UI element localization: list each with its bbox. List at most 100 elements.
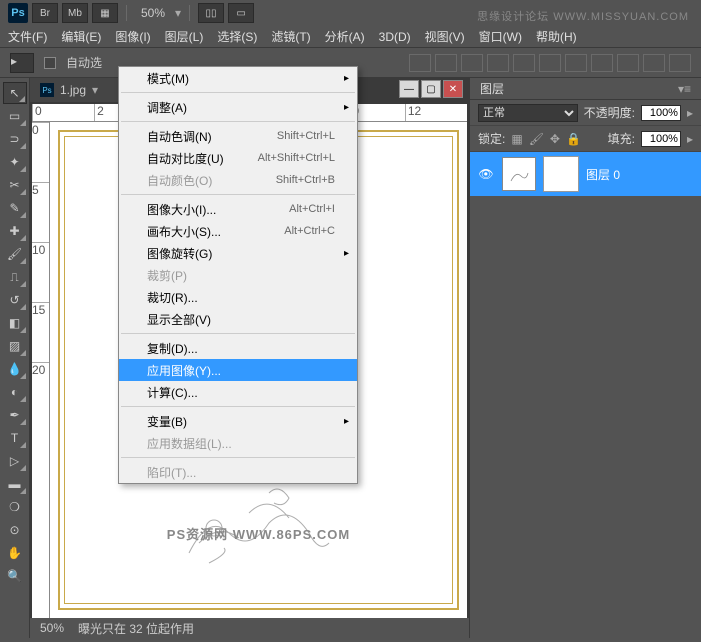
align-icon[interactable] <box>461 54 483 72</box>
shape-tool-icon[interactable]: ▬ <box>3 473 27 495</box>
status-zoom[interactable]: 50% <box>40 621 64 635</box>
lock-all-icon[interactable]: 🔒 <box>566 132 581 146</box>
wand-tool-icon[interactable]: ✦ <box>3 151 27 173</box>
maximize-button[interactable]: ▢ <box>421 80 441 98</box>
marquee-tool-icon[interactable]: ▭ <box>3 105 27 127</box>
menu-select[interactable]: 选择(S) <box>217 28 257 45</box>
align-icon[interactable] <box>539 54 561 72</box>
menu-canvas-size[interactable]: 画布大小(S)...Alt+Ctrl+C <box>119 220 357 242</box>
menu-layer[interactable]: 图层(L) <box>165 28 204 45</box>
status-info: 曝光只在 32 位起作用 <box>78 620 194 637</box>
heal-tool-icon[interactable]: ✚ <box>3 220 27 242</box>
bridge-button[interactable]: Br <box>32 3 58 23</box>
path-tool-icon[interactable]: ▷ <box>3 450 27 472</box>
gradient-tool-icon[interactable]: ▨ <box>3 335 27 357</box>
view-extras-button[interactable]: ▦ <box>92 3 118 23</box>
menu-image-rotation[interactable]: 图像旋转(G) <box>119 242 357 264</box>
menu-duplicate[interactable]: 复制(D)... <box>119 337 357 359</box>
menu-help[interactable]: 帮助(H) <box>536 28 577 45</box>
layer-row[interactable]: 👁 图层 0 <box>470 152 701 196</box>
zoom-tool-icon[interactable]: 🔍 <box>3 565 27 587</box>
menu-image-size[interactable]: 图像大小(I)...Alt+Ctrl+I <box>119 198 357 220</box>
menu-edit[interactable]: 编辑(E) <box>61 28 101 45</box>
canvas-watermark: PS资源网 WWW.86PS.COM <box>167 524 350 543</box>
align-icon[interactable] <box>669 54 691 72</box>
menu-3d[interactable]: 3D(D) <box>379 30 411 44</box>
layer-name[interactable]: 图层 0 <box>586 166 620 183</box>
fill-dropdown-icon[interactable]: ▸ <box>687 132 693 146</box>
menu-filter[interactable]: 滤镜(T) <box>271 28 310 45</box>
3d-tool-icon[interactable]: ❍ <box>3 496 27 518</box>
menu-apply-image[interactable]: 应用图像(Y)... <box>119 359 357 381</box>
eraser-tool-icon[interactable]: ◧ <box>3 312 27 334</box>
align-icon[interactable] <box>617 54 639 72</box>
minimize-button[interactable]: — <box>399 80 419 98</box>
fill-input[interactable] <box>641 131 681 147</box>
menu-mode[interactable]: 模式(M) <box>119 67 357 89</box>
menu-reveal-all[interactable]: 显示全部(V) <box>119 308 357 330</box>
hand-tool-icon[interactable]: ✋ <box>3 542 27 564</box>
layers-panel-title[interactable]: 图层 <box>480 80 504 97</box>
menu-auto-tone[interactable]: 自动色调(N)Shift+Ctrl+L <box>119 125 357 147</box>
menu-calculations[interactable]: 计算(C)... <box>119 381 357 403</box>
image-menu-dropdown: 模式(M) 调整(A) 自动色调(N)Shift+Ctrl+L 自动对比度(U)… <box>118 66 358 484</box>
photoshop-icon: Ps <box>8 3 28 23</box>
arrange-button[interactable]: ▯▯ <box>198 3 224 23</box>
auto-select-checkbox[interactable] <box>44 57 56 69</box>
visibility-eye-icon[interactable]: 👁 <box>478 166 494 182</box>
align-icon[interactable] <box>591 54 613 72</box>
camera-tool-icon[interactable]: ⊙ <box>3 519 27 541</box>
ruler-vertical: 05101520 <box>32 122 50 618</box>
align-icon[interactable] <box>487 54 509 72</box>
tools-panel: ↖ ▭ ⊃ ✦ ✂ ✎ ✚ 🖌 ⎍ ↺ ◧ ▨ 💧 ◐ ✒ T ▷ ▬ ❍ ⊙ … <box>0 78 30 638</box>
stamp-tool-icon[interactable]: ⎍ <box>3 266 27 288</box>
tool-preset-icon[interactable]: ▸ <box>10 53 34 73</box>
align-icon[interactable] <box>435 54 457 72</box>
align-icon[interactable] <box>513 54 535 72</box>
menu-analysis[interactable]: 分析(A) <box>325 28 365 45</box>
brush-tool-icon[interactable]: 🖌 <box>3 243 27 265</box>
pen-tool-icon[interactable]: ✒ <box>3 404 27 426</box>
panel-menu-icon[interactable]: ▾≡ <box>678 82 691 96</box>
lock-pixels-icon[interactable]: 🖌 <box>529 132 544 146</box>
blur-tool-icon[interactable]: 💧 <box>3 358 27 380</box>
layer-mask-thumbnail[interactable] <box>544 157 578 191</box>
blend-mode-select[interactable]: 正常 <box>478 104 578 122</box>
opacity-input[interactable] <box>641 105 681 121</box>
statusbar: 50% 曝光只在 32 位起作用 <box>30 618 469 638</box>
fill-label: 填充: <box>608 130 635 147</box>
lasso-tool-icon[interactable]: ⊃ <box>3 128 27 150</box>
menu-variables[interactable]: 变量(B) <box>119 410 357 432</box>
window-controls: — ▢ ✕ <box>399 80 463 98</box>
menu-auto-contrast[interactable]: 自动对比度(U)Alt+Shift+Ctrl+L <box>119 147 357 169</box>
history-brush-icon[interactable]: ↺ <box>3 289 27 311</box>
align-icon[interactable] <box>409 54 431 72</box>
layers-panel: 图层 ▾≡ 正常 不透明度: ▸ 锁定: ▦ 🖌 ✥ 🔒 填充: ▸ 👁 <box>469 78 701 638</box>
menu-trim[interactable]: 裁切(R)... <box>119 286 357 308</box>
align-icon[interactable] <box>643 54 665 72</box>
move-tool-icon[interactable]: ↖ <box>3 82 27 104</box>
zoom-level[interactable]: 50% <box>135 6 171 20</box>
close-button[interactable]: ✕ <box>443 80 463 98</box>
tab-dropdown-icon[interactable]: ▾ <box>92 83 98 97</box>
type-tool-icon[interactable]: T <box>3 427 27 449</box>
dodge-tool-icon[interactable]: ◐ <box>3 381 27 403</box>
menu-adjustments[interactable]: 调整(A) <box>119 96 357 118</box>
lock-transparency-icon[interactable]: ▦ <box>511 132 522 146</box>
screen-mode-button[interactable]: ▭ <box>228 3 254 23</box>
zoom-dropdown-icon[interactable]: ▾ <box>175 6 181 20</box>
align-icon[interactable] <box>565 54 587 72</box>
menu-image[interactable]: 图像(I) <box>115 28 150 45</box>
menu-view[interactable]: 视图(V) <box>425 28 465 45</box>
eyedropper-tool-icon[interactable]: ✎ <box>3 197 27 219</box>
ps-file-icon: Ps <box>40 83 54 97</box>
watermark-corner: 思缘设计论坛 WWW.MISSYUAN.COM <box>477 8 689 24</box>
menu-apply-dataset: 应用数据组(L)... <box>119 432 357 454</box>
menu-window[interactable]: 窗口(W) <box>479 28 522 45</box>
crop-tool-icon[interactable]: ✂ <box>3 174 27 196</box>
menu-file[interactable]: 文件(F) <box>8 28 47 45</box>
minibridge-button[interactable]: Mb <box>62 3 88 23</box>
lock-position-icon[interactable]: ✥ <box>550 132 560 146</box>
layer-thumbnail[interactable] <box>502 157 536 191</box>
opacity-dropdown-icon[interactable]: ▸ <box>687 106 693 120</box>
